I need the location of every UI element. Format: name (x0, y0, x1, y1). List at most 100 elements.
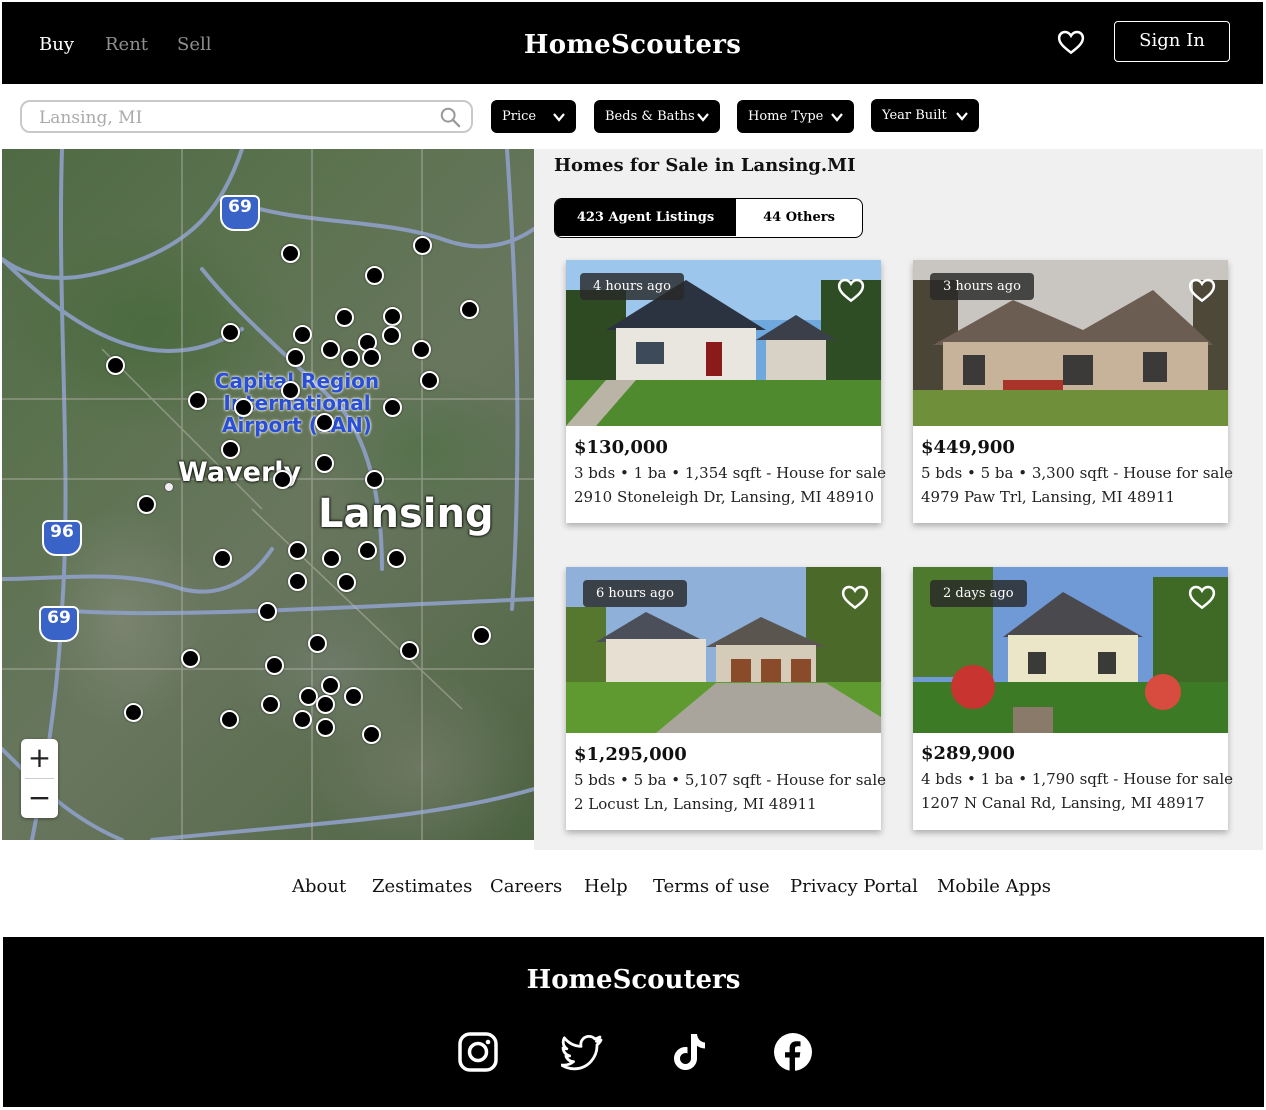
map-pin[interactable] (361, 347, 381, 367)
map-pin[interactable] (314, 453, 334, 473)
listing-card[interactable]: 6 hours ago $1,295,000 5 bds • 5 ba • 5,… (566, 567, 886, 830)
chevron-down-icon (697, 113, 709, 122)
footer-link-about[interactable]: About (292, 876, 346, 897)
map-pin[interactable] (287, 540, 307, 560)
filter-beds-baths[interactable]: Beds & Baths (594, 100, 720, 133)
map-pin[interactable] (272, 469, 292, 489)
listing-age-badge: 2 days ago (930, 580, 1027, 607)
map-pin[interactable] (412, 235, 432, 255)
instagram-icon[interactable] (456, 1030, 500, 1074)
map-pin[interactable] (220, 439, 240, 459)
map-pin[interactable] (382, 397, 402, 417)
listing-photo[interactable]: 3 hours ago (913, 260, 1228, 426)
map-pin[interactable] (212, 548, 232, 568)
search-input[interactable]: Lansing, MI (20, 100, 473, 133)
zoom-out-button[interactable]: − (21, 779, 58, 818)
map-pin[interactable] (260, 694, 280, 714)
highway-shield: 69 (39, 606, 79, 642)
heart-icon[interactable] (840, 582, 870, 612)
listing-address: 4979 Paw Trl, Lansing, MI 48911 (921, 488, 1176, 506)
map-pin[interactable] (419, 370, 439, 390)
map-pin[interactable] (220, 322, 240, 342)
map-pin[interactable] (285, 347, 305, 367)
footer-link-privacy[interactable]: Privacy Portal (790, 876, 918, 897)
listing-card[interactable]: 2 days ago $289,900 4 bds • 1 ba • 1,790… (913, 567, 1233, 830)
listing-map[interactable]: 69 96 69 Capital Region International Ai… (2, 149, 534, 840)
map-pin[interactable] (381, 325, 401, 345)
twitter-icon[interactable] (561, 1030, 605, 1074)
map-pin[interactable] (314, 412, 334, 432)
heart-icon[interactable] (1187, 275, 1217, 305)
listings-panel: Homes for Sale in Lansing.MI 423 Agent L… (534, 149, 1263, 850)
nav-buy[interactable]: Buy (39, 34, 74, 55)
map-pin[interactable] (298, 686, 318, 706)
heart-icon[interactable] (1056, 27, 1086, 57)
listing-price: $289,900 (921, 743, 1015, 764)
map-pin[interactable] (233, 397, 253, 417)
footer-link-zestimates[interactable]: Zestimates (372, 876, 472, 897)
map-pin[interactable] (411, 339, 431, 359)
map-pin[interactable] (471, 625, 491, 645)
top-nav-bar: Buy Rent Sell HomeScouters Sign In (2, 2, 1263, 84)
map-pin[interactable] (136, 494, 156, 514)
nav-rent[interactable]: Rent (105, 34, 148, 55)
tab-others[interactable]: 44 Others (736, 199, 862, 236)
filter-year-built[interactable]: Year Built (871, 99, 979, 132)
footer-link-terms[interactable]: Terms of use (653, 876, 770, 897)
filter-home-type[interactable]: Home Type (737, 100, 854, 133)
map-pin[interactable] (264, 655, 284, 675)
nav-sell[interactable]: Sell (177, 34, 212, 55)
listing-price: $130,000 (574, 437, 668, 458)
chevron-down-icon (831, 113, 843, 122)
footer-link-careers[interactable]: Careers (490, 876, 562, 897)
map-pin[interactable] (336, 572, 356, 592)
tab-agent-listings[interactable]: 423 Agent Listings (555, 199, 736, 236)
search-icon[interactable] (439, 106, 461, 128)
map-pin[interactable] (280, 243, 300, 263)
map-pin[interactable] (364, 469, 384, 489)
heart-icon[interactable] (836, 275, 866, 305)
map-pin[interactable] (180, 648, 200, 668)
footer-link-mobile-apps[interactable]: Mobile Apps (937, 876, 1051, 897)
map-pin[interactable] (321, 548, 341, 568)
listing-card[interactable]: 3 hours ago $449,900 5 bds • 5 ba • 3,30… (913, 260, 1233, 523)
map-pin[interactable] (257, 601, 277, 621)
map-pin[interactable] (292, 324, 312, 344)
map-pin[interactable] (357, 540, 377, 560)
map-pin[interactable] (105, 355, 125, 375)
sign-in-button[interactable]: Sign In (1114, 21, 1230, 62)
map-pin[interactable] (320, 339, 340, 359)
listing-photo[interactable]: 4 hours ago (566, 260, 881, 426)
map-pin[interactable] (307, 633, 327, 653)
map-pin[interactable] (364, 265, 384, 285)
map-pin[interactable] (343, 686, 363, 706)
listing-photo[interactable]: 6 hours ago (566, 567, 881, 733)
zoom-in-button[interactable]: + (21, 739, 58, 778)
map-pin[interactable] (399, 640, 419, 660)
map-pin[interactable] (386, 548, 406, 568)
listing-card[interactable]: 4 hours ago $130,000 3 bds • 1 ba • 1,35… (566, 260, 886, 523)
facebook-icon[interactable] (771, 1030, 815, 1074)
map-pin[interactable] (287, 571, 307, 591)
map-pin[interactable] (334, 307, 354, 327)
footer-link-help[interactable]: Help (584, 876, 628, 897)
filter-price[interactable]: Price (491, 100, 576, 133)
map-pin[interactable] (219, 709, 239, 729)
listing-price: $449,900 (921, 437, 1015, 458)
map-pin[interactable] (280, 380, 300, 400)
map-pin[interactable] (292, 709, 312, 729)
map-pin[interactable] (123, 702, 143, 722)
map-pin[interactable] (320, 675, 340, 695)
map-pin[interactable] (187, 390, 207, 410)
heart-icon[interactable] (1187, 582, 1217, 612)
map-pin[interactable] (361, 724, 381, 744)
zoom-control: + − (21, 739, 58, 818)
map-pin[interactable] (459, 299, 479, 319)
listing-photo[interactable]: 2 days ago (913, 567, 1228, 733)
map-pin[interactable] (315, 717, 335, 737)
map-pin[interactable] (340, 348, 360, 368)
tiktok-icon[interactable] (667, 1030, 711, 1074)
map-pin[interactable] (382, 306, 402, 326)
listing-type-toggle: 423 Agent Listings 44 Others (554, 198, 863, 238)
map-pin[interactable] (315, 694, 335, 714)
